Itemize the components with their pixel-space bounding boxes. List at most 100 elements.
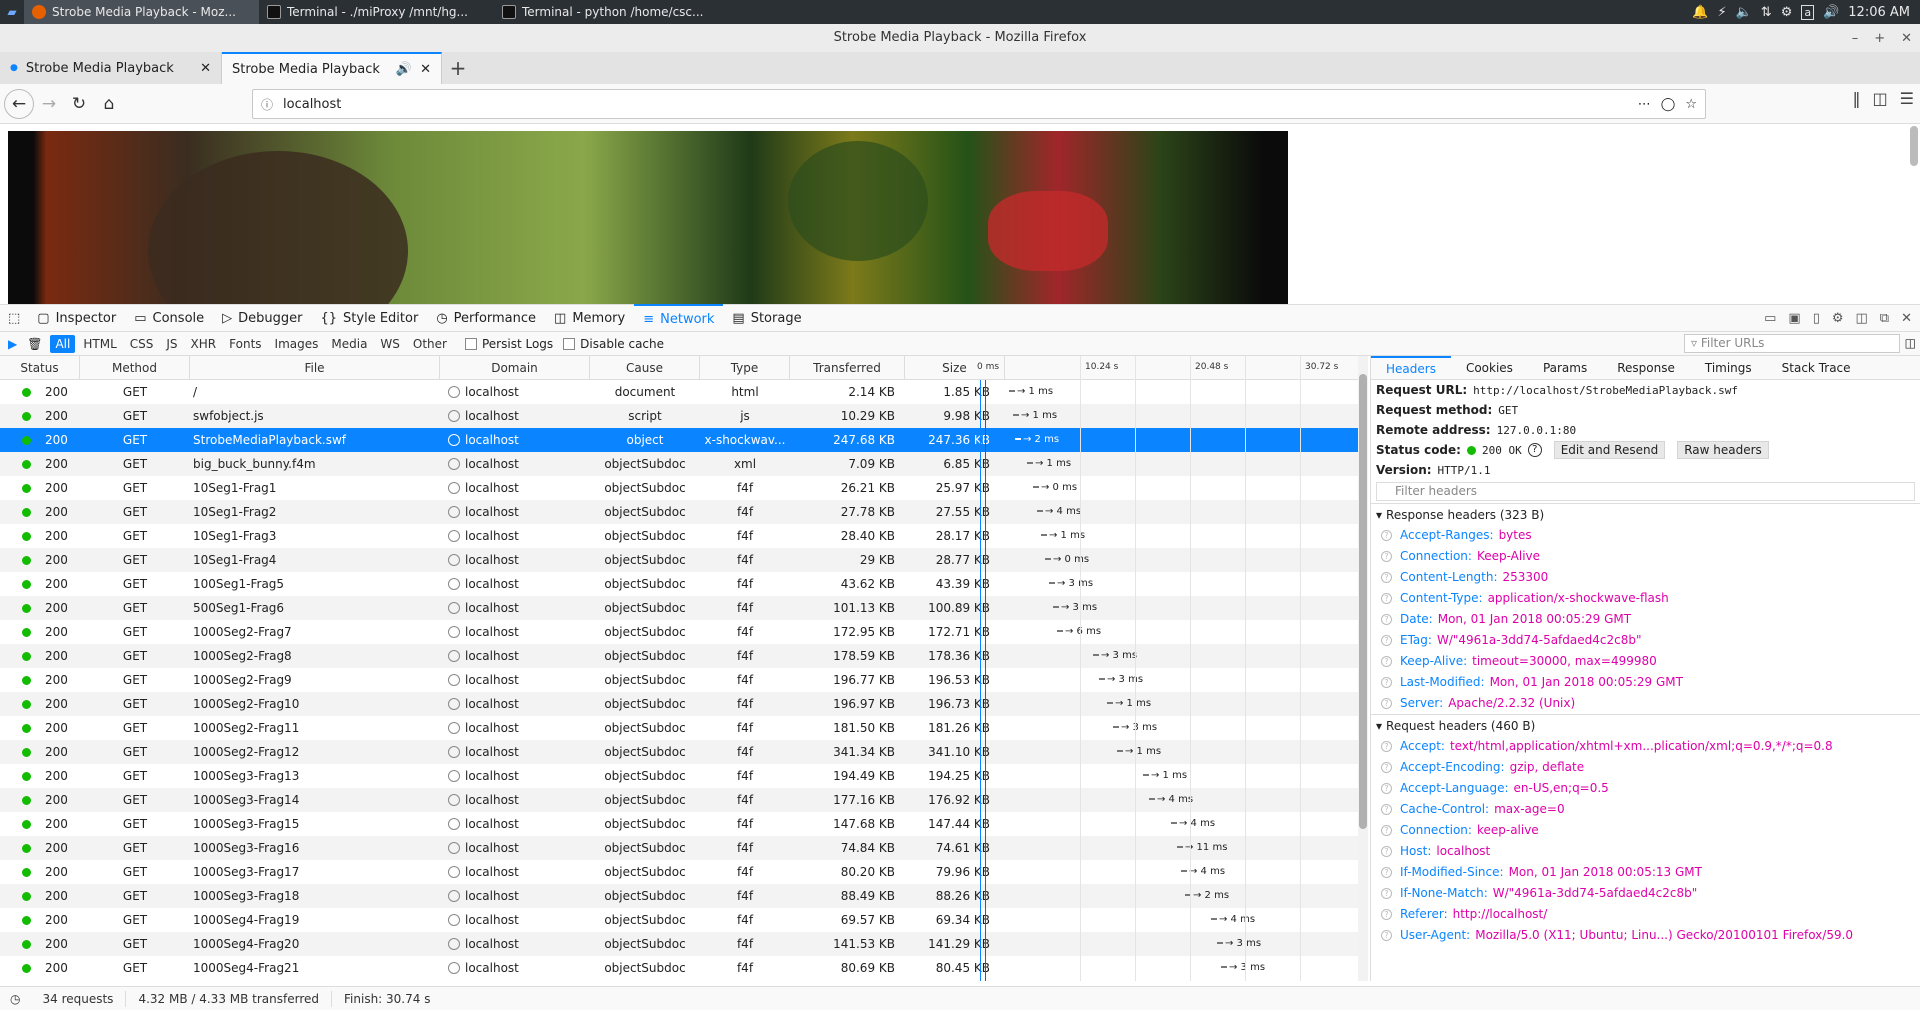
header-row[interactable]: ? Accept-Encoding: gzip, deflate: [1371, 757, 1920, 778]
header-row[interactable]: ? Server: Apache/2.2.32 (Unix): [1371, 693, 1920, 714]
minimize-icon[interactable]: –: [1852, 31, 1859, 46]
help-icon[interactable]: ?: [1381, 825, 1392, 836]
header-row[interactable]: ? ETag: W/"4961a-3dd74-5afdaed4c2c8b": [1371, 630, 1920, 651]
help-icon[interactable]: ?: [1381, 783, 1392, 794]
filter-ws[interactable]: WS: [375, 335, 404, 353]
element-picker-icon[interactable]: ⬚: [0, 304, 28, 332]
power-icon[interactable]: ⚡: [1717, 5, 1726, 20]
persist-logs-checkbox[interactable]: Persist Logs: [464, 337, 553, 351]
tab-debugger[interactable]: ▷ Debugger: [213, 304, 311, 332]
tab-style-editor[interactable]: {} Style Editor: [312, 304, 428, 332]
checkbox-box[interactable]: [563, 337, 576, 350]
filter-urls-input[interactable]: ▿ Filter URLs: [1684, 334, 1900, 353]
tab-performance[interactable]: ◷ Performance: [427, 304, 545, 332]
header-row[interactable]: ? Connection: Keep-Alive: [1371, 546, 1920, 567]
header-row[interactable]: ? Host: localhost: [1371, 841, 1920, 862]
tab-memory[interactable]: ◫ Memory: [545, 304, 634, 332]
url-bar[interactable]: ⓘ localhost ⋯ ◯ ☆: [252, 89, 1706, 119]
edit-and-resend-button[interactable]: Edit and Resend: [1553, 441, 1666, 459]
header-row[interactable]: ? Content-Type: application/x-shockwave-fl…: [1371, 588, 1920, 609]
help-icon[interactable]: ?: [1381, 888, 1392, 899]
filter-headers-input[interactable]: Filter headers: [1376, 482, 1915, 501]
help-icon[interactable]: ?: [1381, 804, 1392, 815]
menu-icon[interactable]: ▰: [0, 5, 24, 19]
forward-button[interactable]: →: [34, 89, 64, 119]
tab-close-icon[interactable]: ✕: [420, 62, 431, 77]
table-row[interactable]: 200 GET 1000Seg2-Frag7 localhost objectSubdo…: [0, 620, 1358, 644]
help-icon[interactable]: ?: [1381, 741, 1392, 752]
help-icon[interactable]: ?: [1381, 677, 1392, 688]
help-icon[interactable]: ?: [1381, 572, 1392, 583]
browser-tab-2[interactable]: Strobe Media Playback 🔊 ✕: [222, 52, 442, 84]
header-row[interactable]: ? Last-Modified: Mon, 01 Jan 2018 00:05:29…: [1371, 672, 1920, 693]
taskbar-app-firefox[interactable]: Strobe Media Playback - Moz...: [24, 0, 259, 24]
tab-network[interactable]: ≡ Network: [634, 304, 724, 332]
taskbar-app-terminal-1[interactable]: Terminal - ./miProxy /mnt/hg...: [259, 0, 494, 24]
volume-icon[interactable]: 🔈: [1736, 5, 1752, 20]
table-row[interactable]: 200 GET 1000Seg3-Frag16 localhost objectSubd…: [0, 836, 1358, 860]
tab-response[interactable]: Response: [1602, 356, 1690, 380]
page-actions-icon[interactable]: ⋯: [1638, 97, 1651, 112]
new-tab-button[interactable]: +: [442, 52, 474, 84]
table-row[interactable]: 200 GET 1000Seg2-Frag12 localhost objectSubd…: [0, 740, 1358, 764]
hamburger-menu-icon[interactable]: ☰: [1900, 89, 1914, 108]
filter-xhr[interactable]: XHR: [186, 335, 222, 353]
column-type[interactable]: Type: [700, 356, 790, 380]
screenshot-icon[interactable]: ▣: [1788, 311, 1800, 326]
url-text[interactable]: localhost: [283, 97, 1628, 112]
trash-icon[interactable]: 🗑: [25, 337, 50, 351]
info-icon[interactable]: ⓘ: [261, 96, 273, 113]
table-row[interactable]: 200 GET 1000Seg3-Frag15 localhost objectSubd…: [0, 812, 1358, 836]
header-row[interactable]: ? Connection: keep-alive: [1371, 820, 1920, 841]
filter-all[interactable]: All: [50, 334, 76, 353]
help-icon[interactable]: ?: [1381, 656, 1392, 667]
help-icon[interactable]: ?: [1381, 909, 1392, 920]
table-row[interactable]: 200 GET 500Seg1-Frag6 localhost objectSubdoc…: [0, 596, 1358, 620]
checkbox-box[interactable]: [464, 337, 477, 350]
header-row[interactable]: ? Accept: text/html,application/xhtml+xm..…: [1371, 736, 1920, 757]
table-row[interactable]: 200 GET 10Seg1-Frag4 localhost objectSubdoc f…: [0, 548, 1358, 572]
filter-images[interactable]: Images: [270, 335, 324, 353]
browser-tab-1[interactable]: ● Strobe Media Playback ✕: [0, 52, 222, 84]
undock-icon[interactable]: ⧉: [1880, 311, 1889, 326]
table-row[interactable]: 200 GET 10Seg1-Frag3 localhost objectSubdoc f…: [0, 524, 1358, 548]
column-method[interactable]: Method: [80, 356, 190, 380]
tab-stack-trace[interactable]: Stack Trace: [1767, 356, 1866, 380]
table-row[interactable]: 200 GET 1000Seg2-Frag9 localhost objectSubdo…: [0, 668, 1358, 692]
table-row[interactable]: 200 GET 1000Seg3-Frag13 localhost objectSubd…: [0, 764, 1358, 788]
table-row[interactable]: 200 GET 1000Seg3-Frag17 localhost objectSubd…: [0, 860, 1358, 884]
pocket-icon[interactable]: ◯: [1661, 97, 1676, 112]
table-row[interactable]: 200 GET / localhost document html 2.14 KB 1.85 …: [0, 380, 1358, 404]
column-status[interactable]: Status: [0, 356, 80, 380]
tab-console[interactable]: ▭ Console: [125, 304, 213, 332]
request-headers-section[interactable]: ▾ Request headers (460 B): [1371, 714, 1920, 736]
play-icon[interactable]: ▶: [0, 337, 25, 351]
table-row[interactable]: 200 GET 1000Seg2-Frag10 localhost objectSubd…: [0, 692, 1358, 716]
help-icon[interactable]: ?: [1527, 443, 1542, 457]
audio-playing-icon[interactable]: 🔊: [396, 62, 412, 77]
filter-js[interactable]: JS: [161, 335, 182, 353]
header-row[interactable]: ? If-Modified-Since: Mon, 01 Jan 2018 00:0…: [1371, 862, 1920, 883]
table-row[interactable]: 200 GET 10Seg1-Frag2 localhost objectSubdoc f…: [0, 500, 1358, 524]
help-icon[interactable]: ?: [1381, 698, 1392, 709]
tab-storage[interactable]: ▤ Storage: [723, 304, 810, 332]
speaker-icon[interactable]: 🔊: [1823, 5, 1839, 20]
table-row[interactable]: 200 GET StrobeMediaPlayback.swf localhost ob…: [0, 428, 1358, 452]
help-icon[interactable]: ?: [1381, 846, 1392, 857]
settings-gear-icon[interactable]: ⚙: [1832, 311, 1844, 326]
settings-gear-icon[interactable]: ⚙: [1781, 5, 1793, 20]
back-button[interactable]: ←: [4, 88, 34, 119]
table-row[interactable]: 200 GET swfobject.js localhost script js 10.29…: [0, 404, 1358, 428]
table-row[interactable]: 200 GET 1000Seg2-Frag8 localhost objectSubdo…: [0, 644, 1358, 668]
table-row[interactable]: 200 GET 1000Seg3-Frag14 localhost objectSubd…: [0, 788, 1358, 812]
close-icon[interactable]: ✕: [1901, 31, 1912, 46]
header-row[interactable]: ? Accept-Language: en-US,en;q=0.5: [1371, 778, 1920, 799]
header-row[interactable]: ? User-Agent: Mozilla/5.0 (X11; Ubuntu; Li…: [1371, 925, 1920, 946]
tab-cookies[interactable]: Cookies: [1451, 356, 1528, 380]
library-icon[interactable]: ‖: [1853, 89, 1861, 108]
header-row[interactable]: ? If-None-Match: W/"4961a-3dd74-5afdaed4c2…: [1371, 883, 1920, 904]
column-transferred[interactable]: Transferred: [790, 356, 905, 380]
bookmark-star-icon[interactable]: ☆: [1685, 97, 1697, 112]
header-row[interactable]: ? Keep-Alive: timeout=30000, max=499980: [1371, 651, 1920, 672]
page-scrollbar[interactable]: [1910, 126, 1918, 166]
